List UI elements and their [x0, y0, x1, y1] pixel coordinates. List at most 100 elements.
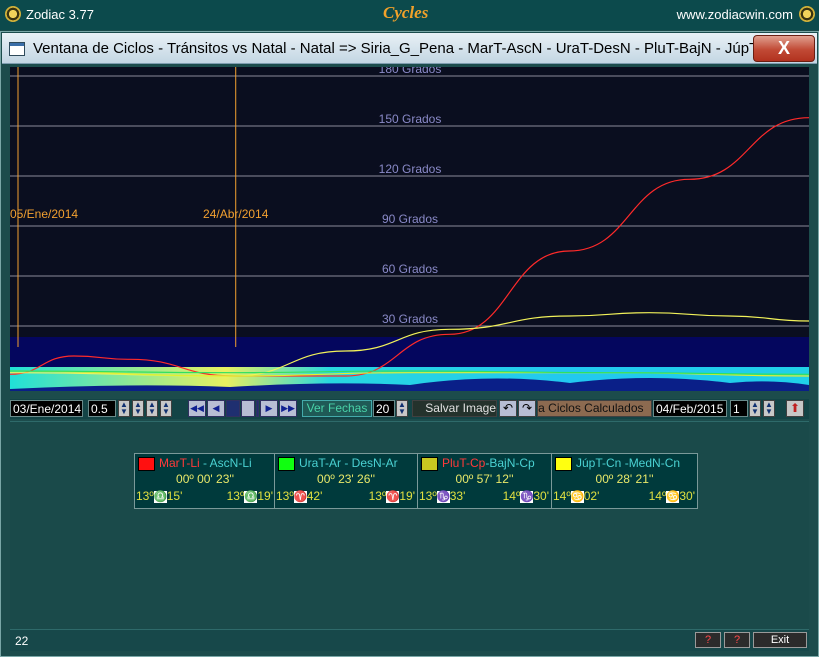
- nav-next-icon[interactable]: ▶: [260, 400, 278, 417]
- card-color-swatch: [421, 457, 438, 471]
- card-min-right: 19': [399, 489, 415, 503]
- card-color-swatch: [555, 457, 572, 471]
- status-button-1[interactable]: ?: [695, 632, 721, 648]
- days-field[interactable]: 20: [373, 400, 395, 417]
- redo-icon[interactable]: ↷: [518, 400, 536, 417]
- chart-svg: 180 Grados 150 Grados 120 Grados 90 Grados 6…: [10, 67, 809, 391]
- card-name-b: - DesN-Ar: [341, 456, 398, 470]
- card-deg-right: 14º: [648, 489, 667, 503]
- card-min-right: 19': [257, 489, 273, 503]
- card-deg-left: 14º: [553, 489, 571, 503]
- lista-ciclos-button[interactable]: Lista Ciclos Calculados: [537, 400, 652, 417]
- card-name-a: JúpT-Cn: [576, 456, 622, 470]
- card-title: PluT-Cp-BajN-Cp: [442, 456, 535, 470]
- zodiac-sign-icon: ♋: [666, 490, 681, 503]
- nav-last-icon[interactable]: ▶▶: [279, 400, 297, 417]
- cycles-chart: 180 Grados 150 Grados 120 Grados 90 Grados 6…: [10, 67, 809, 391]
- card-name-b: -BajN-Cp: [485, 456, 535, 470]
- card-min-left: 33': [449, 489, 466, 503]
- zodiac-sign-icon: ♈: [293, 490, 308, 503]
- count-spin-1[interactable]: ▲ ▼: [749, 400, 761, 417]
- window-title: Ventana de Ciclos - Tránsitos vs Natal -…: [33, 40, 770, 57]
- card-min-right: 30': [679, 489, 695, 503]
- count-field[interactable]: 1: [730, 400, 748, 417]
- step-spin-4[interactable]: ▲ ▼: [160, 400, 172, 417]
- ver-fechas-button[interactable]: Ver Fechas: [302, 400, 372, 417]
- step-field[interactable]: 0.5: [88, 400, 116, 417]
- nav-slider-left[interactable]: [226, 400, 240, 417]
- cycle-card: JúpT-Cn -MedN-Cn 00º 28' 21'' 14º♋02' 14º♋3…: [551, 453, 698, 509]
- window-titlebar[interactable]: Ventana de Ciclos - Tránsitos vs Natal -…: [2, 33, 817, 64]
- card-color-swatch: [138, 457, 155, 471]
- card-min-right: 30': [533, 489, 549, 503]
- app-titlebar: Zodiac 3.77 Cycles www.zodiacwin.com: [0, 0, 819, 30]
- card-position-left: 13º♈42': [276, 489, 322, 503]
- toolbar: 03/Ene/2014 0.5 ▲ ▼ ▲ ▼ ▲ ▼ ▲ ▼ ◀◀ ◀ ▶ ▶▶ Ve…: [10, 399, 809, 419]
- card-angle: 00º 28' 21'': [595, 472, 654, 486]
- info-panel: MarT-Li - AscN-Li 00º 00' 23'' 13º♎15' 13º♎…: [10, 421, 809, 630]
- card-min-left: 42': [306, 489, 323, 503]
- cycles-window: Ventana de Ciclos - Tránsitos vs Natal -…: [0, 31, 819, 657]
- zodiac-sign-icon: ♋: [570, 490, 585, 503]
- card-position-right: 13º♈19': [369, 489, 415, 503]
- card-title: MarT-Li - AscN-Li: [159, 456, 252, 470]
- card-min-left: 02': [583, 489, 600, 503]
- step-spin-1[interactable]: ▲ ▼: [118, 400, 130, 417]
- days-spin[interactable]: ▲ ▼: [396, 400, 408, 417]
- lista-ciclos-label: Lista Ciclos Calculados: [538, 401, 644, 415]
- card-angle: 00º 57' 12'': [455, 472, 514, 486]
- card-title: JúpT-Cn -MedN-Cn: [576, 456, 680, 470]
- step-spin-3[interactable]: ▲ ▼: [146, 400, 158, 417]
- y-tick-label: 60 Grados: [382, 262, 438, 276]
- salvar-image-button[interactable]: Salvar Image: [412, 400, 497, 417]
- cycle-card: PluT-Cp-BajN-Cp 00º 57' 12'' 13º♑33' 14º♑30…: [417, 453, 552, 509]
- end-date-field[interactable]: 04/Feb/2015: [653, 400, 727, 417]
- y-tick-label: 180 Grados: [379, 67, 442, 76]
- zodiac-sign-icon: ♑: [436, 490, 451, 503]
- card-deg-left: 13º: [419, 489, 437, 503]
- card-position-right: 13º♎19': [227, 489, 273, 503]
- app-logo-icon: [5, 6, 21, 22]
- step-spin-2[interactable]: ▲ ▼: [132, 400, 144, 417]
- cycle-card: UraT-Ar - DesN-Ar 00º 23' 26'' 13º♈42' 13º♈…: [274, 453, 418, 509]
- card-position-right: 14º♋30': [649, 489, 695, 503]
- card-position-left: 14º♋02': [553, 489, 599, 503]
- cycle-card: MarT-Li - AscN-Li 00º 00' 23'' 13º♎15' 13º♎…: [134, 453, 276, 509]
- lower-band-dark: [10, 337, 809, 367]
- undo-icon[interactable]: ↶: [499, 400, 517, 417]
- window-icon: [9, 42, 25, 56]
- card-position-right: 14º♑30': [503, 489, 549, 503]
- nav-slider-thumb[interactable]: [241, 400, 255, 417]
- app-logo-right-icon: [799, 6, 815, 22]
- nav-first-icon[interactable]: ◀◀: [188, 400, 206, 417]
- card-name-b: -MedN-Cn: [621, 456, 681, 470]
- card-name-a: MarT-Li: [159, 456, 200, 470]
- card-deg-right: 13º: [226, 489, 245, 503]
- card-deg-left: 13º: [136, 489, 154, 503]
- start-date-field[interactable]: 03/Ene/2014: [10, 400, 83, 417]
- exit-button[interactable]: Exit: [753, 632, 807, 648]
- card-title: UraT-Ar - DesN-Ar: [299, 456, 398, 470]
- close-button[interactable]: X: [753, 35, 815, 62]
- card-angle: 00º 23' 26'': [317, 472, 375, 486]
- nav-prev-icon[interactable]: ◀: [207, 400, 225, 417]
- zodiac-sign-icon: ♎: [244, 490, 259, 503]
- nav-slider-right[interactable]: [256, 400, 259, 417]
- card-angle: 00º 00' 23'': [176, 472, 234, 486]
- y-tick-label: 90 Grados: [382, 212, 438, 226]
- app-url[interactable]: www.zodiacwin.com: [677, 7, 793, 22]
- y-tick-label: 30 Grados: [382, 312, 438, 326]
- card-deg-left: 13º: [276, 489, 294, 503]
- card-position-left: 13º♑33': [419, 489, 465, 503]
- card-min-left: 15': [166, 489, 183, 503]
- status-button-2[interactable]: ?: [724, 632, 750, 648]
- count-spin-2[interactable]: ▲ ▼: [763, 400, 775, 417]
- y-tick-label: 120 Grados: [379, 162, 442, 176]
- date-marker-label: 24/Abr/2014: [203, 207, 269, 221]
- card-position-left: 13º♎15': [136, 489, 182, 503]
- card-deg-right: 13º: [368, 489, 387, 503]
- up-arrow-icon[interactable]: ⬆: [786, 400, 804, 417]
- y-tick-label: 150 Grados: [379, 112, 442, 126]
- status-value: 22: [15, 634, 29, 648]
- zodiac-sign-icon: ♈: [386, 490, 401, 503]
